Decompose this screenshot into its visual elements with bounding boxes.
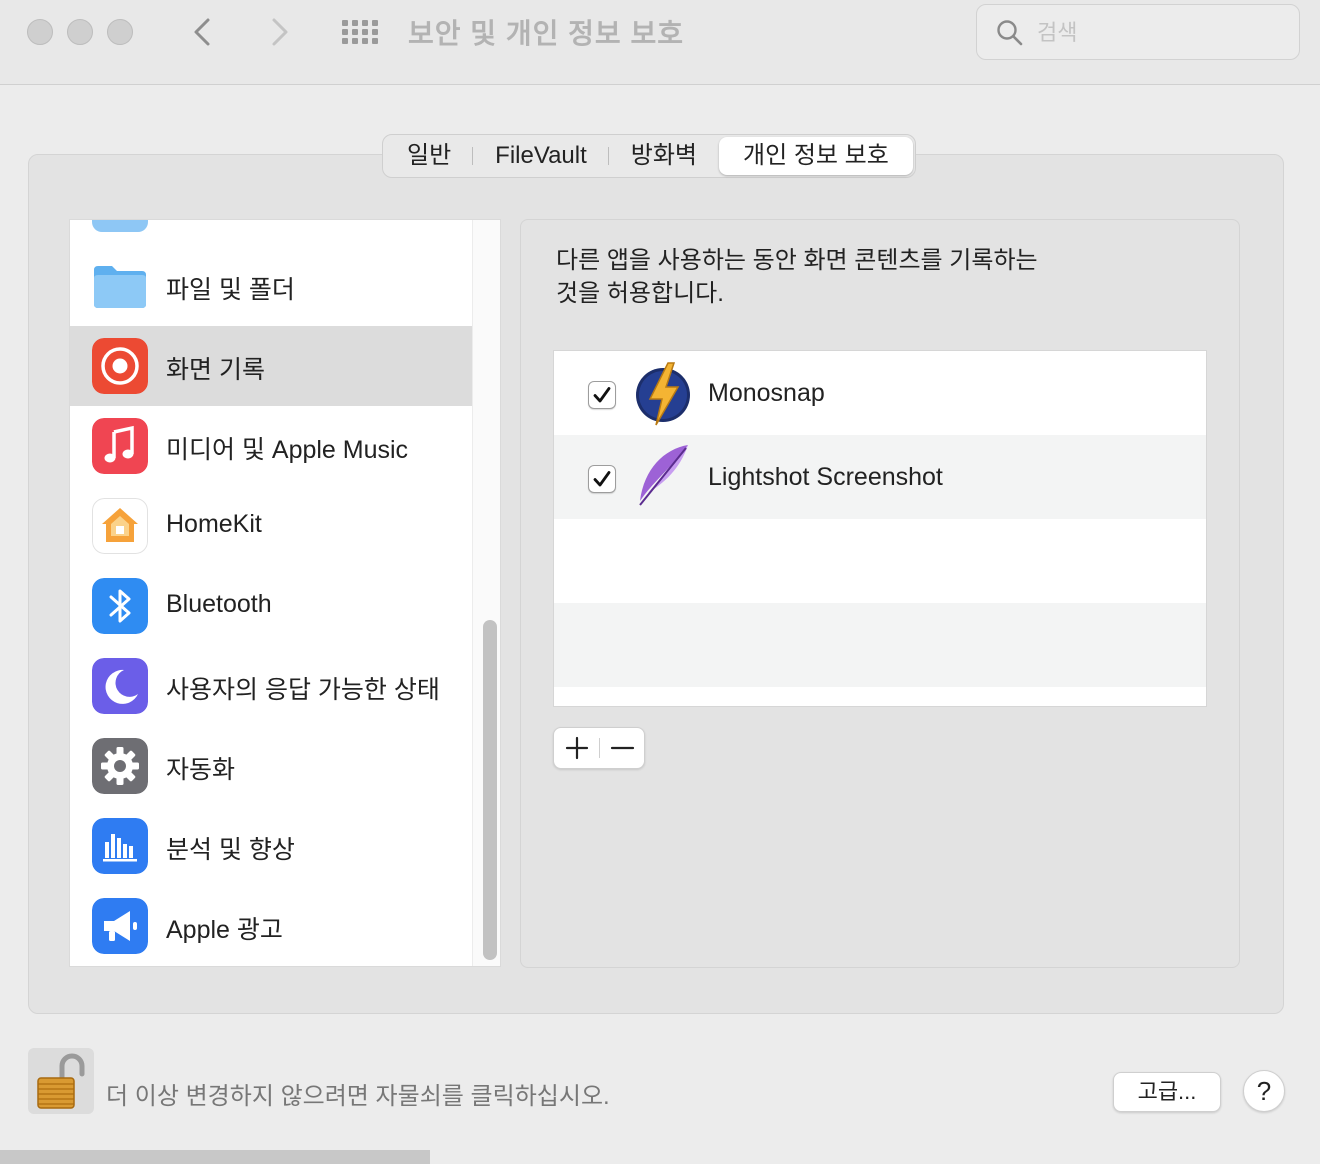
tab-bar: 일반 FileVault 방화벽 개인 정보 보호 bbox=[382, 134, 916, 178]
zoom-window-button[interactable] bbox=[107, 19, 133, 45]
advanced-button[interactable]: 고급... bbox=[1113, 1072, 1221, 1112]
add-app-button[interactable] bbox=[554, 728, 599, 768]
sidebar-item-files-folders[interactable]: 파일 및 폴더 bbox=[70, 246, 472, 326]
sidebar-item-homekit[interactable]: HomeKit bbox=[70, 486, 472, 566]
sidebar-item-label: 미디어 및 Apple Music bbox=[166, 436, 409, 464]
homekit-icon bbox=[92, 498, 148, 554]
sidebar-item-label: Bluetooth bbox=[166, 590, 272, 618]
sidebar-item-label: 자동화 bbox=[166, 756, 236, 784]
add-remove-control bbox=[553, 727, 645, 769]
partial-item-icon bbox=[92, 220, 148, 232]
sidebar-scrollbar[interactable] bbox=[472, 220, 500, 966]
lock-button[interactable] bbox=[28, 1048, 94, 1114]
sidebar-item-label: Apple 광고 bbox=[166, 916, 283, 944]
sidebar-item-bluetooth[interactable]: Bluetooth bbox=[70, 566, 472, 646]
sidebar-item-screen-recording[interactable]: 화면 기록 bbox=[70, 326, 472, 406]
unlocked-padlock-icon bbox=[37, 1053, 85, 1109]
search-icon bbox=[995, 18, 1025, 48]
lightshot-feather-icon bbox=[634, 443, 692, 511]
forward-chevron-icon[interactable] bbox=[258, 12, 298, 52]
back-chevron-icon[interactable] bbox=[184, 12, 224, 52]
sidebar-item-label: HomeKit bbox=[166, 510, 262, 538]
show-all-grid-icon[interactable] bbox=[338, 15, 382, 49]
remove-app-button[interactable] bbox=[600, 728, 645, 768]
minimize-window-button[interactable] bbox=[67, 19, 93, 45]
sidebar-item-automation[interactable]: 자동화 bbox=[70, 726, 472, 806]
tab-privacy[interactable]: 개인 정보 보호 bbox=[719, 137, 913, 175]
window-title: 보안 및 개인 정보 보호 bbox=[408, 18, 684, 49]
scrollbar-thumb[interactable] bbox=[483, 620, 497, 960]
sidebar-item-label: 화면 기록 bbox=[166, 356, 265, 384]
search-field[interactable] bbox=[976, 4, 1300, 60]
music-icon bbox=[92, 418, 148, 474]
gear-icon bbox=[92, 738, 148, 794]
sidebar-item-label: 사용자의 응답 가능한 상태 bbox=[166, 676, 440, 704]
sidebar-item-label: 파일 및 폴더 bbox=[166, 276, 295, 304]
screen-recording-icon bbox=[92, 338, 148, 394]
allowed-apps-list[interactable]: Monosnap Lightshot Screenshot bbox=[553, 350, 1207, 707]
megaphone-icon bbox=[92, 898, 148, 954]
lightshot-checkbox[interactable] bbox=[588, 465, 616, 493]
lock-hint-text: 더 이상 변경하지 않으려면 자물쇠를 클릭하십시오. bbox=[106, 1083, 610, 1110]
moon-icon bbox=[92, 658, 148, 714]
monosnap-checkbox[interactable] bbox=[588, 381, 616, 409]
sidebar-item-media-apple-music[interactable]: 미디어 및 Apple Music bbox=[70, 406, 472, 486]
empty-row bbox=[554, 519, 1206, 603]
app-name: Lightshot Screenshot bbox=[708, 463, 943, 491]
analytics-icon bbox=[92, 818, 148, 874]
app-name: Monosnap bbox=[708, 379, 825, 407]
sidebar-item-label: 분석 및 향상 bbox=[166, 836, 295, 864]
title-bar: 보안 및 개인 정보 보호 bbox=[0, 0, 1320, 85]
bluetooth-icon bbox=[92, 578, 148, 634]
tab-general[interactable]: 일반 bbox=[385, 137, 474, 175]
app-row-monosnap[interactable]: Monosnap bbox=[554, 351, 1206, 435]
help-button[interactable]: ? bbox=[1243, 1070, 1285, 1112]
close-window-button[interactable] bbox=[27, 19, 53, 45]
permission-description: 다른 앱을 사용하는 동안 화면 콘텐츠를 기록하는 것을 허용합니다. bbox=[556, 247, 1038, 307]
window-bottom-edge bbox=[0, 1150, 430, 1164]
sidebar-item-apple-advertising[interactable]: Apple 광고 bbox=[70, 886, 472, 966]
search-input[interactable] bbox=[1037, 17, 1277, 49]
folder-icon bbox=[92, 258, 148, 314]
tab-filevault[interactable]: FileVault bbox=[473, 137, 609, 175]
tab-firewall[interactable]: 방화벽 bbox=[609, 137, 719, 175]
privacy-category-list[interactable]: 파일 및 폴더 화면 기록 미디어 및 Apple Music HomeKit … bbox=[69, 219, 501, 967]
sidebar-item-focus-status[interactable]: 사용자의 응답 가능한 상태 bbox=[70, 646, 472, 726]
app-row-lightshot[interactable]: Lightshot Screenshot bbox=[554, 435, 1206, 519]
sidebar-item-analytics[interactable]: 분석 및 향상 bbox=[70, 806, 472, 886]
empty-row bbox=[554, 603, 1206, 687]
monosnap-icon bbox=[634, 359, 692, 427]
